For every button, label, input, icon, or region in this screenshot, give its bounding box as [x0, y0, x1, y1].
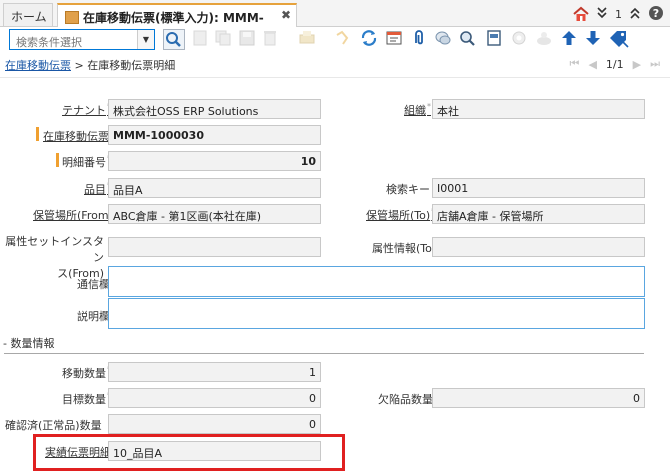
- attrset-from-label-line1: 属性セットインスタン: [5, 235, 104, 264]
- record-position: 1/1: [605, 57, 624, 71]
- mandatory-mark: [36, 127, 39, 141]
- down-arrow-icon[interactable]: [584, 29, 604, 49]
- product-label[interactable]: 品目*: [84, 181, 111, 197]
- quantity-group-header[interactable]: - 数量情報: [3, 335, 54, 351]
- window-icon: [65, 11, 79, 24]
- tabbar-right-controls: 1 ?: [573, 4, 664, 24]
- help-icon[interactable]: ?: [648, 5, 664, 24]
- line-no-label-text: 明細番号: [62, 156, 106, 169]
- search-key-field: I0001: [432, 178, 645, 198]
- toolbar: 検索条件選択 ▼: [0, 27, 670, 53]
- scrap-qty-label: 欠陥品数量: [378, 393, 433, 406]
- search-criteria-placeholder: 検索条件選択: [16, 36, 82, 49]
- tenant-label-text: テナント: [62, 104, 106, 117]
- movement-doc-label[interactable]: 在庫移動伝票*: [43, 128, 114, 144]
- tenant-field: 株式会社OSS ERP Solutions: [108, 99, 321, 119]
- last-record-icon[interactable]: ⏭: [650, 57, 660, 71]
- chat-icon[interactable]: [434, 29, 454, 49]
- refresh-icon[interactable]: [360, 29, 380, 49]
- new-record-icon[interactable]: [191, 29, 211, 49]
- archive-icon[interactable]: [485, 29, 505, 49]
- highlight-box: [33, 434, 345, 471]
- org-field: 本社: [432, 99, 645, 119]
- comm-label: 通信欄: [77, 278, 110, 291]
- attrset-from-field[interactable]: [108, 237, 321, 257]
- header-divider: [0, 77, 670, 78]
- chevron-double-down-icon[interactable]: [597, 6, 607, 22]
- up-arrow-icon[interactable]: [560, 29, 580, 49]
- attr-to-label: 属性情報(To): [372, 242, 437, 255]
- svg-text:?: ?: [653, 7, 659, 20]
- undo-icon[interactable]: [332, 29, 352, 49]
- target-qty-field: 0: [108, 388, 321, 408]
- movement-doc-label-text: 在庫移動伝票: [43, 130, 109, 143]
- tenant-label[interactable]: テナント*: [62, 102, 111, 118]
- target-qty-label: 目標数量*: [62, 391, 111, 407]
- tab-movement-document[interactable]: 在庫移動伝票(標準入力): MMM-1000030 ... ✖: [57, 3, 297, 40]
- confirmed-qty-field: 0: [108, 414, 321, 434]
- locator-to-label-text: 保管場所(To): [366, 209, 431, 222]
- print-icon[interactable]: [298, 29, 318, 49]
- record-pager: ⏮ ◀ 1/1 ▶ ⏭: [570, 57, 660, 71]
- first-record-icon[interactable]: ⏮: [570, 57, 580, 71]
- zoom-icon[interactable]: [458, 29, 478, 49]
- search-icon[interactable]: [163, 29, 185, 50]
- tab-count: 1: [615, 7, 622, 21]
- tab-home[interactable]: ホーム: [3, 3, 53, 26]
- save-icon[interactable]: [238, 29, 258, 49]
- previous-record-icon[interactable]: ◀: [588, 58, 596, 71]
- search-key-label: 検索キー: [386, 183, 430, 196]
- request-icon[interactable]: [535, 29, 555, 49]
- home-icon[interactable]: [573, 6, 589, 22]
- close-icon[interactable]: ✖: [281, 8, 291, 22]
- copy-icon[interactable]: [214, 29, 234, 49]
- search-criteria-select[interactable]: 検索条件選択 ▼: [9, 29, 155, 50]
- attr-to-field[interactable]: [432, 237, 645, 257]
- move-qty-label: 移動数量*: [62, 365, 111, 381]
- breadcrumb-parent-link[interactable]: 在庫移動伝票: [5, 59, 71, 72]
- chevron-double-up-icon[interactable]: [630, 7, 640, 22]
- locator-to-field: 店舗A倉庫 - 保管場所: [432, 204, 645, 224]
- org-label-text: 組織: [404, 104, 426, 117]
- tab-bar: ホーム 在庫移動伝票(標準入力): MMM-1000030 ... ✖ 1 ?: [0, 0, 670, 40]
- comm-textarea[interactable]: [108, 266, 645, 297]
- line-no-field: 10: [108, 151, 321, 171]
- attachment-icon[interactable]: [410, 29, 430, 49]
- locator-to-label[interactable]: 保管場所(To)*: [366, 207, 435, 223]
- quantity-group-divider: [4, 353, 644, 354]
- desc-label: 説明欄: [77, 310, 110, 323]
- target-qty-label-text: 目標数量: [62, 393, 106, 406]
- confirmed-qty-label: 確認済(正常品)数量: [5, 419, 102, 432]
- scrap-qty-field: 0: [432, 388, 645, 408]
- breadcrumb-current: 在庫移動伝票明細: [87, 59, 176, 72]
- move-qty-field[interactable]: 1: [108, 362, 321, 382]
- mandatory-mark: [56, 153, 59, 167]
- next-record-icon[interactable]: ▶: [633, 58, 641, 71]
- locator-from-label-text: 保管場所(From): [33, 209, 113, 222]
- org-label[interactable]: 組織*: [404, 102, 431, 118]
- delete-icon[interactable]: [261, 29, 281, 49]
- breadcrumb-separator: >: [74, 59, 84, 72]
- movement-doc-field: MMM-1000030: [108, 125, 321, 145]
- product-field: 品目A: [108, 178, 321, 198]
- breadcrumb: 在庫移動伝票 > 在庫移動伝票明細: [5, 57, 175, 73]
- locator-from-label[interactable]: 保管場所(From)*: [33, 207, 118, 223]
- report-icon[interactable]: [385, 29, 405, 49]
- workflow-icon[interactable]: [510, 29, 530, 49]
- move-qty-label-text: 移動数量: [62, 367, 106, 380]
- locator-from-field: ABC倉庫 - 第1区画(本社在庫): [108, 204, 321, 224]
- desc-textarea[interactable]: [108, 298, 645, 329]
- tab-home-label: ホーム: [11, 10, 47, 24]
- line-no-label: 明細番号*: [62, 154, 111, 170]
- chevron-down-icon[interactable]: ▼: [137, 30, 154, 49]
- attrset-from-label: 属性セットインスタン ス(From): [4, 234, 104, 282]
- product-label-text: 品目: [84, 183, 106, 196]
- tag-icon[interactable]: [608, 29, 629, 49]
